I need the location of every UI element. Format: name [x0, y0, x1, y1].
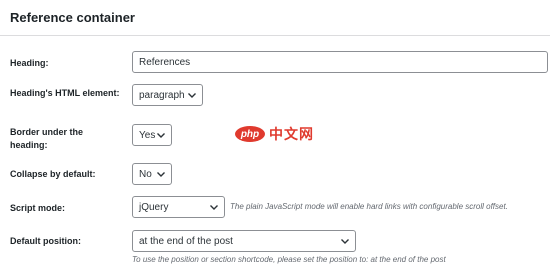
- chevron-down-icon: [157, 172, 165, 177]
- watermark-text: 中文网: [269, 126, 314, 142]
- heading-element-select[interactable]: paragraph: [132, 84, 203, 106]
- border-label: Border under the heading:: [10, 127, 84, 150]
- border-value: Yes: [139, 129, 156, 141]
- script-mode-label: Script mode:: [10, 203, 66, 213]
- collapse-label: Collapse by default:: [10, 169, 96, 179]
- script-mode-hint: The plain JavaScript mode will enable ha…: [230, 202, 508, 211]
- chevron-down-icon: [210, 205, 218, 210]
- heading-input-value: References: [139, 56, 191, 68]
- watermark-logo: php 中文网: [235, 124, 314, 144]
- border-select[interactable]: Yes: [132, 124, 172, 146]
- script-mode-value: jQuery: [139, 201, 169, 213]
- panel-title: Reference container: [10, 10, 135, 25]
- heading-element-label: Heading's HTML element:: [10, 88, 120, 98]
- default-position-select[interactable]: at the end of the post: [132, 230, 356, 252]
- chevron-down-icon: [341, 239, 349, 244]
- default-position-label: Default position:: [10, 236, 81, 246]
- collapse-value: No: [139, 168, 152, 180]
- heading-input[interactable]: References: [132, 51, 548, 73]
- panel-header: Reference container: [0, 0, 550, 36]
- default-position-hint: To use the position or section shortcode…: [132, 255, 446, 264]
- watermark-badge: php: [235, 126, 265, 142]
- script-mode-select[interactable]: jQuery: [132, 196, 225, 218]
- chevron-down-icon: [157, 133, 165, 138]
- heading-label: Heading:: [10, 58, 49, 68]
- reference-container-panel: Reference container Heading: References …: [0, 0, 550, 269]
- heading-element-value: paragraph: [139, 89, 185, 101]
- chevron-down-icon: [188, 93, 196, 98]
- default-position-value: at the end of the post: [139, 235, 233, 247]
- collapse-select[interactable]: No: [132, 163, 172, 185]
